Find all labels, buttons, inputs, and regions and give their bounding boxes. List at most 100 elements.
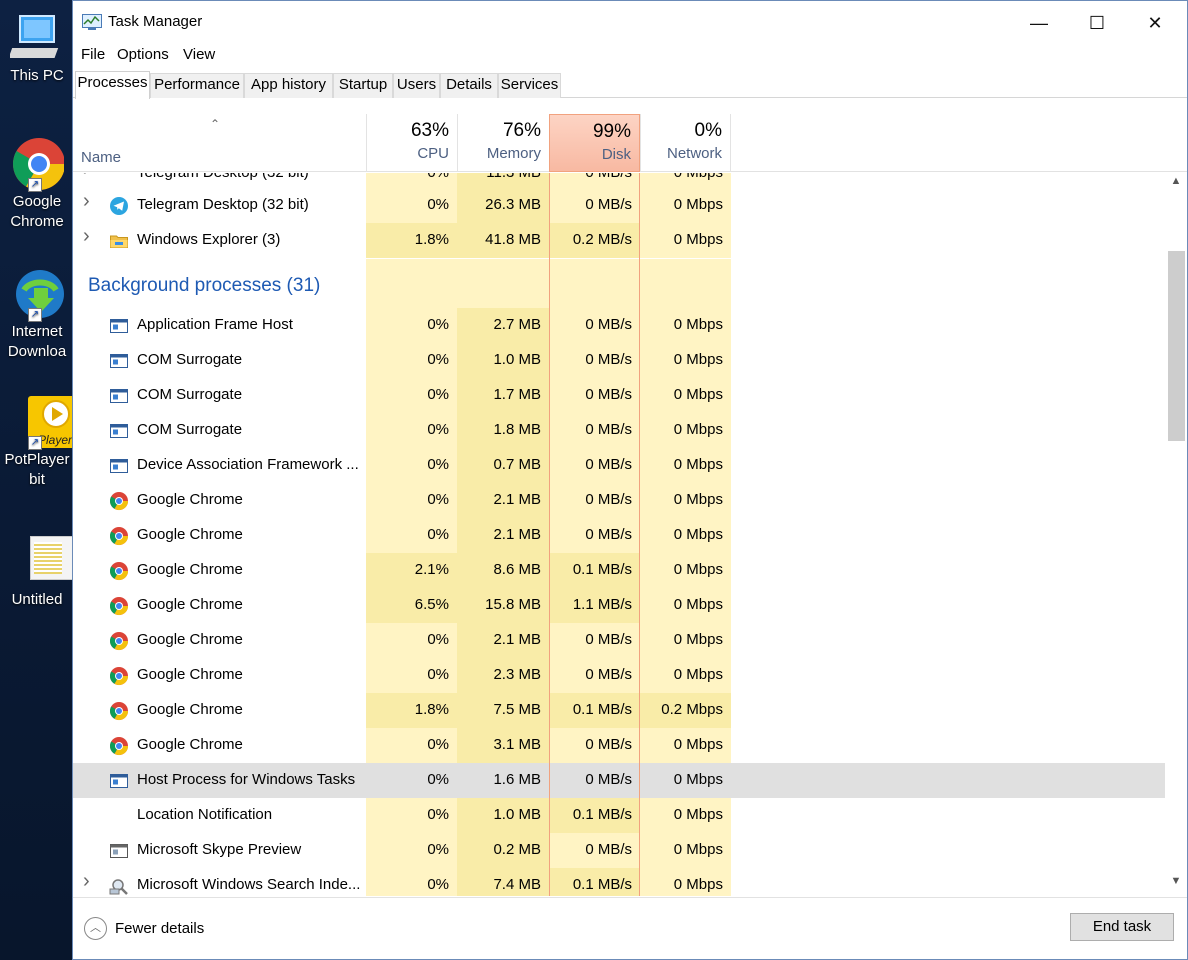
chevron-right-icon[interactable]: ›	[83, 190, 95, 213]
tab-users[interactable]: Users	[393, 73, 440, 98]
table-row[interactable]: Google Chrome 2.1% 8.6 MB 0.1 MB/s 0 Mbps	[73, 553, 1165, 588]
table-row[interactable]: Google Chrome 0% 2.1 MB 0 MB/s 0 Mbps	[73, 483, 1165, 518]
disk-column-fill	[549, 259, 640, 309]
minimize-button[interactable]: —	[1010, 1, 1068, 45]
chrome-icon	[109, 561, 129, 581]
chevron-right-icon[interactable]: ›	[83, 173, 95, 181]
column-cpu[interactable]: 63% CPU	[366, 114, 457, 172]
footer: ︿ Fewer details End task	[73, 897, 1187, 959]
desktop-icon-label: This PC	[10, 67, 64, 84]
memory-value: 41.8 MB	[457, 223, 549, 258]
end-task-button[interactable]: End task	[1070, 913, 1174, 941]
background-processes-heading[interactable]: Background processes (31)	[88, 275, 320, 297]
desktop-icon-this-pc[interactable]: This PC	[0, 10, 74, 86]
process-name: Google Chrome	[137, 631, 243, 648]
desktop-icon-untitled[interactable]: Untitled	[0, 534, 74, 610]
table-row[interactable]: Host Process for Windows Tasks 0% 1.6 MB 0 …	[73, 763, 1165, 798]
table-row[interactable]: COM Surrogate 0% 1.8 MB 0 MB/s 0 Mbps	[73, 413, 1165, 448]
memory-value: 8.6 MB	[457, 553, 549, 588]
potplayer-icon: Player ↗	[10, 394, 74, 450]
table-row[interactable]: COM Surrogate 0% 1.7 MB 0 MB/s 0 Mbps	[73, 378, 1165, 413]
chrome-icon	[109, 736, 129, 756]
chevron-right-icon[interactable]: ›	[83, 870, 95, 893]
desktop-icon-google-chrome[interactable]: ↗ Google Chrome	[0, 136, 74, 232]
table-row[interactable]: COM Surrogate 0% 1.0 MB 0 MB/s 0 Mbps	[73, 343, 1165, 378]
fewer-details-link[interactable]: Fewer details	[115, 920, 204, 937]
network-value: 0 Mbps	[640, 833, 731, 868]
process-name: Google Chrome	[137, 491, 243, 508]
table-row[interactable]: Google Chrome 6.5% 15.8 MB 1.1 MB/s 0 Mbps	[73, 588, 1165, 623]
monitor-icon	[8, 10, 64, 64]
column-name[interactable]: Name	[81, 149, 121, 166]
maximize-button[interactable]: ☐	[1068, 1, 1126, 45]
table-row[interactable]: › Telegram Desktop (32 bit) 0% 26.3 MB 0 MB/…	[73, 188, 1165, 223]
process-name: COM Surrogate	[137, 421, 243, 438]
cpu-value: 6.5%	[366, 588, 457, 623]
column-network[interactable]: 0% Network	[640, 114, 731, 172]
memory-value: 2.1 MB	[457, 483, 549, 518]
tab-services[interactable]: Services	[498, 73, 561, 98]
table-row[interactable]: Google Chrome 0% 2.3 MB 0 MB/s 0 Mbps	[73, 658, 1165, 693]
table-row[interactable]: Google Chrome 1.8% 7.5 MB 0.1 MB/s 0.2 Mbps	[73, 693, 1165, 728]
network-value: 0 Mbps	[640, 763, 731, 798]
cpu-value: 0%	[366, 378, 457, 413]
table-row[interactable]: Location Notification 0% 1.0 MB 0.1 MB/s 0 M…	[73, 798, 1165, 833]
network-value: 0 Mbps	[640, 343, 731, 378]
network-value: 0 Mbps	[640, 868, 731, 896]
tab-processes[interactable]: Processes	[75, 71, 150, 99]
vertical-scrollbar[interactable]: ▲ ▼	[1165, 173, 1187, 896]
desktop-icon-potplayer[interactable]: Player ↗ PotPlayer bit	[0, 394, 74, 490]
disk-value: 0 MB/s	[549, 623, 640, 658]
process-name: Application Frame Host	[137, 316, 293, 333]
cpu-value: 0%	[366, 448, 457, 483]
table-row[interactable]: Google Chrome 0% 2.1 MB 0 MB/s 0 Mbps	[73, 623, 1165, 658]
disk-value: 0.1 MB/s	[549, 798, 640, 833]
process-list[interactable]: Background processes (31) › Telegram Desk…	[73, 173, 1165, 896]
table-row[interactable]: Application Frame Host 0% 2.7 MB 0 MB/s 0 Mb…	[73, 308, 1165, 343]
task-manager-window: Task Manager — ☐ ✕ File Options View Pro…	[72, 0, 1188, 960]
table-row[interactable]: Google Chrome 0% 3.1 MB 0 MB/s 0 Mbps	[73, 728, 1165, 763]
process-name: Google Chrome	[137, 526, 243, 543]
network-value: 0.2 Mbps	[640, 693, 731, 728]
close-button[interactable]: ✕	[1126, 1, 1184, 45]
memory-value: 1.8 MB	[457, 413, 549, 448]
tab-app-history[interactable]: App history	[244, 73, 333, 98]
cpu-value: 1.8%	[366, 693, 457, 728]
tab-details[interactable]: Details	[440, 73, 498, 98]
title-bar[interactable]: Task Manager — ☐ ✕	[73, 1, 1187, 45]
memory-value: 7.5 MB	[457, 693, 549, 728]
chevron-right-icon[interactable]: ›	[83, 225, 95, 248]
menu-file[interactable]: File	[81, 46, 105, 63]
column-disk[interactable]: 99% Disk	[549, 114, 640, 172]
column-memory[interactable]: 76% Memory	[457, 114, 549, 172]
menu-view[interactable]: View	[183, 46, 215, 63]
chevron-up-circle-icon[interactable]: ︿	[84, 917, 107, 940]
menu-options[interactable]: Options	[117, 46, 169, 63]
memory-value: 2.1 MB	[457, 518, 549, 553]
network-label: Network	[666, 145, 722, 162]
disk-value: 0.2 MB/s	[549, 223, 640, 258]
table-row[interactable]: Device Association Framework ... 0% 0.7 MB…	[73, 448, 1165, 483]
tab-performance[interactable]: Performance	[150, 73, 244, 98]
memory-value: 3.1 MB	[457, 728, 549, 763]
table-row[interactable]: › Windows Explorer (3) 1.8% 41.8 MB 0.2 MB/s…	[73, 223, 1165, 258]
shortcut-arrow-icon: ↗	[28, 436, 42, 450]
disk-value: 0 MB/s	[549, 308, 640, 343]
network-value: 0 Mbps	[640, 483, 731, 518]
desktop-icon-label: Internet Downloa	[7, 323, 67, 360]
cpu-value: 0%	[366, 188, 457, 223]
app-window-icon	[109, 771, 129, 791]
disk-value: 0.1 MB/s	[549, 868, 640, 896]
network-value: 0 Mbps	[640, 413, 731, 448]
scroll-up-icon[interactable]: ▲	[1165, 175, 1187, 195]
scroll-down-icon[interactable]: ▼	[1165, 875, 1187, 895]
scroll-thumb[interactable]	[1168, 251, 1185, 441]
cpu-value: 0%	[366, 798, 457, 833]
table-row[interactable]: Microsoft Skype Preview 0% 0.2 MB 0 MB/s 0 M…	[73, 833, 1165, 868]
desktop-icon-internet-download[interactable]: ↗ Internet Downloa	[0, 266, 74, 362]
table-row[interactable]: Google Chrome 0% 2.1 MB 0 MB/s 0 Mbps	[73, 518, 1165, 553]
table-row[interactable]: › Microsoft Windows Search Inde... 0% 7.4 M…	[73, 868, 1165, 896]
tab-startup[interactable]: Startup	[333, 73, 393, 98]
cpu-value: 0%	[366, 623, 457, 658]
network-total: 0%	[694, 120, 722, 141]
